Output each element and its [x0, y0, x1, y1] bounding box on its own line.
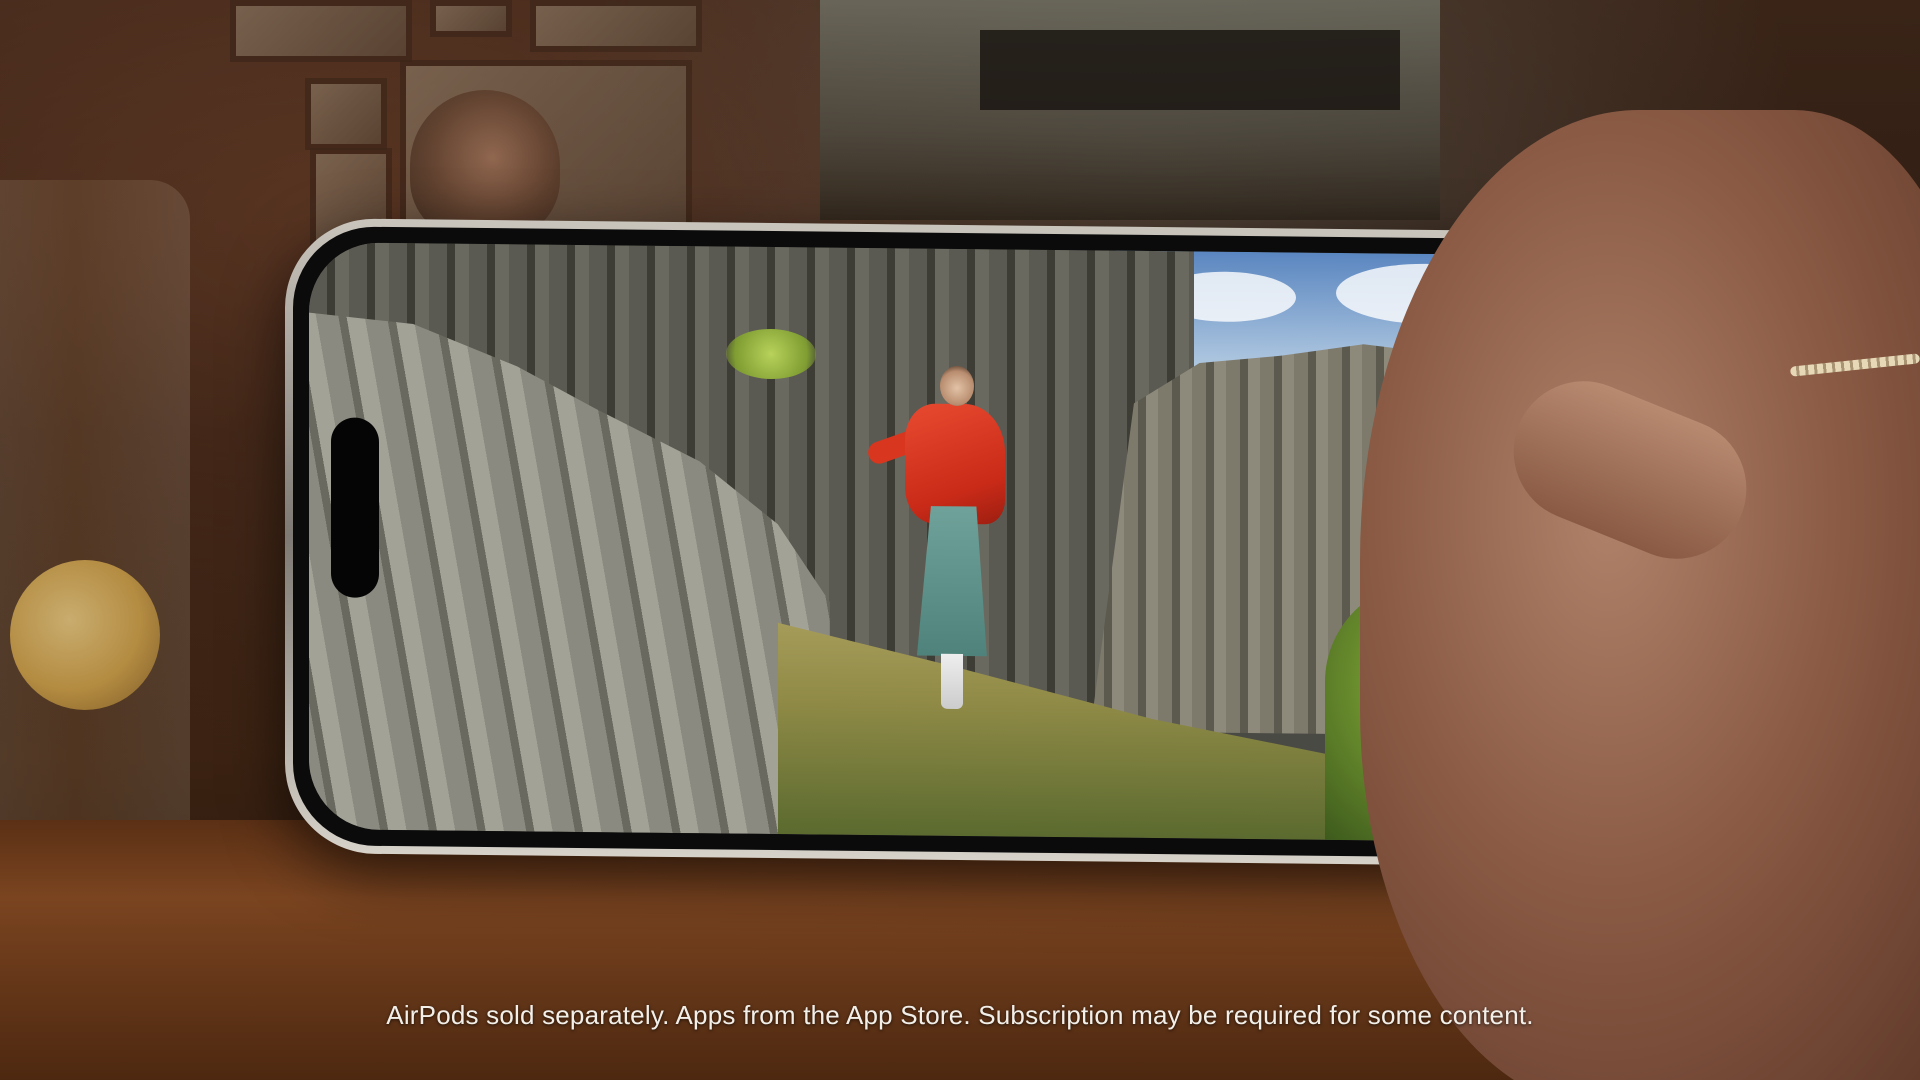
right-hand — [1360, 110, 1920, 1080]
lemon-slice — [10, 560, 160, 710]
wall-frame — [305, 78, 387, 150]
video-frame: AirPods sold separately. Apps from the A… — [0, 0, 1920, 1080]
wall-frame — [430, 0, 512, 37]
woman-in-red-jacket — [864, 366, 1005, 747]
wall-frame — [530, 0, 702, 52]
wall-frame — [230, 0, 412, 62]
background-person — [410, 90, 560, 240]
person-legs — [940, 654, 963, 710]
legal-disclaimer-caption: AirPods sold separately. Apps from the A… — [386, 1000, 1534, 1030]
person-head — [939, 366, 974, 407]
teal-skirt — [917, 506, 987, 657]
background-shelf — [980, 30, 1400, 110]
dynamic-island — [331, 417, 379, 598]
